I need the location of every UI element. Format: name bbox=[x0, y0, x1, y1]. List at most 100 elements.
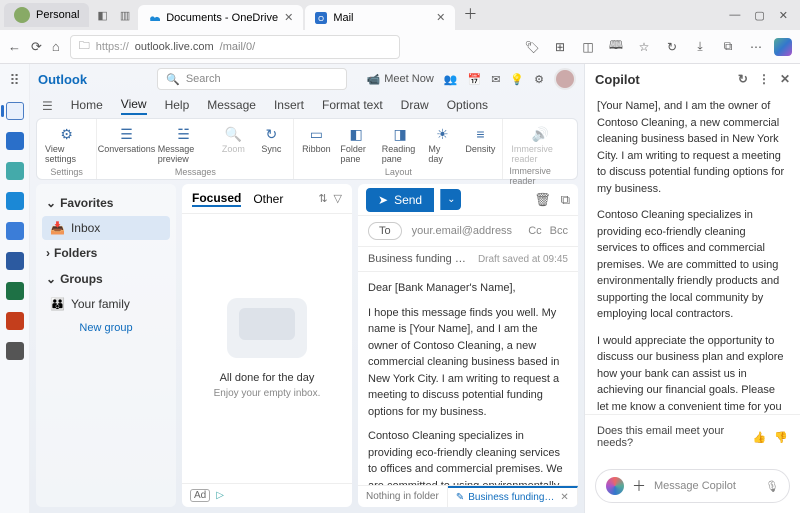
settings-icon[interactable]: ⚙ bbox=[534, 73, 544, 86]
back-button[interactable]: ← bbox=[8, 39, 21, 54]
tab-focused[interactable]: Focused bbox=[192, 191, 241, 207]
tab-label: Documents - OneDrive bbox=[166, 12, 278, 24]
popout-icon[interactable]: ⧉ bbox=[561, 192, 570, 208]
tab-insert[interactable]: Insert bbox=[274, 98, 304, 114]
site-info-icon[interactable]: 🗀 bbox=[79, 37, 90, 56]
minimize-icon[interactable]: — bbox=[729, 9, 740, 22]
new-group-link[interactable]: New group bbox=[42, 316, 170, 340]
thumbs-up-icon[interactable]: 👍 bbox=[753, 431, 767, 444]
ad-choices-icon[interactable]: ▷ bbox=[216, 490, 224, 501]
my-day-button[interactable]: ☀My day bbox=[426, 123, 458, 166]
history-icon[interactable]: ↻ bbox=[662, 37, 682, 57]
folder-pane-button[interactable]: ◧Folder pane bbox=[338, 123, 373, 166]
compose-tab-empty[interactable]: Nothing in folder bbox=[358, 486, 448, 507]
subject-field[interactable]: Business funding meeting req… bbox=[368, 253, 470, 265]
tab-formattext[interactable]: Format text bbox=[322, 98, 383, 114]
density-button[interactable]: ≡Density bbox=[464, 123, 496, 166]
compose-body[interactable]: Dear [Bank Manager's Name], I hope this … bbox=[358, 272, 578, 485]
microphone-icon[interactable]: 🎙 bbox=[765, 480, 779, 493]
more-icon[interactable]: ⋮ bbox=[758, 72, 770, 86]
rail-calendar-icon[interactable] bbox=[6, 132, 24, 150]
extensions-icon[interactable]: ⊞ bbox=[550, 37, 570, 57]
tips-icon[interactable]: 💡 bbox=[510, 73, 524, 86]
pencil-icon: ✎ bbox=[456, 492, 464, 503]
tab-options[interactable]: Options bbox=[447, 98, 488, 114]
tab-help[interactable]: Help bbox=[165, 98, 190, 114]
profile-tab[interactable]: Personal bbox=[4, 3, 89, 27]
home-button[interactable]: ⌂ bbox=[52, 39, 60, 54]
sync-button[interactable]: ↻Sync bbox=[255, 123, 287, 166]
workspaces-icon[interactable]: ◧ bbox=[91, 9, 113, 22]
user-avatar[interactable] bbox=[554, 68, 576, 90]
tab-actions-icon[interactable]: ▥ bbox=[116, 9, 134, 22]
more-icon[interactable]: ⋯ bbox=[746, 37, 766, 57]
compose-tab-draft[interactable]: ✎Business funding…✕ bbox=[448, 486, 578, 507]
conversations-button[interactable]: ☰Conversations bbox=[103, 123, 149, 166]
rail-files-icon[interactable] bbox=[6, 192, 24, 210]
shopping-icon[interactable]: 🏷 bbox=[522, 37, 542, 57]
close-icon[interactable]: ✕ bbox=[779, 9, 788, 22]
notifications-icon[interactable]: ✉ bbox=[491, 73, 500, 86]
favorites-icon[interactable]: ☆ bbox=[634, 37, 654, 57]
meet-now-button[interactable]: 📹Meet Now bbox=[367, 73, 434, 86]
copilot-icon[interactable] bbox=[774, 38, 792, 56]
rail-mail-icon[interactable] bbox=[6, 102, 24, 120]
rail-excel-icon[interactable] bbox=[6, 282, 24, 300]
tab-home[interactable]: Home bbox=[71, 98, 103, 114]
browser-tab-onedrive[interactable]: Documents - OneDrive ✕ bbox=[138, 5, 303, 30]
delete-icon[interactable]: 🗑 bbox=[534, 192, 551, 208]
tab-view[interactable]: View bbox=[121, 97, 147, 115]
collections-icon[interactable]: ⧉ bbox=[718, 37, 738, 57]
reading-pane-button[interactable]: ◨Reading pane bbox=[380, 123, 421, 166]
folders-header[interactable]: ›Folders bbox=[42, 240, 170, 266]
sort-icon[interactable]: ▽ bbox=[334, 192, 342, 205]
tab-draw[interactable]: Draw bbox=[401, 98, 429, 114]
view-settings-button[interactable]: ⚙View settings bbox=[43, 123, 90, 166]
favorites-header[interactable]: ⌄Favorites bbox=[42, 190, 170, 216]
cc-button[interactable]: Cc bbox=[528, 225, 541, 237]
groups-header[interactable]: ⌄Groups bbox=[42, 266, 170, 292]
refresh-button[interactable]: ⟳ bbox=[31, 39, 42, 55]
close-icon[interactable]: ✕ bbox=[436, 11, 445, 24]
copilot-input[interactable]: ＋ Message Copilot 🎙 bbox=[595, 469, 790, 503]
tab-message[interactable]: Message bbox=[207, 98, 256, 114]
downloads-icon[interactable]: ⤓ bbox=[690, 37, 710, 57]
teams-icon[interactable]: 👥 bbox=[444, 73, 458, 86]
group-family[interactable]: 👪Your family bbox=[42, 292, 170, 316]
tab-other[interactable]: Other bbox=[253, 192, 283, 206]
rail-todo-icon[interactable] bbox=[6, 222, 24, 240]
plus-icon[interactable]: ＋ bbox=[632, 476, 646, 496]
send-button[interactable]: ➤Send bbox=[366, 188, 434, 212]
filter-icon[interactable]: ⇅ bbox=[318, 192, 327, 205]
tab-label: Mail bbox=[333, 12, 353, 24]
calendar-icon[interactable]: 📅 bbox=[468, 73, 482, 86]
close-icon[interactable]: ✕ bbox=[284, 11, 293, 24]
app-launcher-icon[interactable]: ⠿ bbox=[6, 72, 24, 90]
rail-more-icon[interactable] bbox=[6, 342, 24, 360]
rail-powerpoint-icon[interactable] bbox=[6, 312, 24, 330]
new-tab-button[interactable]: ＋ bbox=[457, 0, 483, 30]
hamburger-icon[interactable]: ☰ bbox=[42, 99, 53, 113]
address-bar[interactable]: 🗀 https://outlook.live.com/mail/0/ bbox=[70, 35, 400, 59]
bcc-button[interactable]: Bcc bbox=[550, 225, 568, 237]
profile-label: Personal bbox=[36, 9, 79, 21]
to-button[interactable]: To bbox=[368, 222, 402, 240]
ribbon-button[interactable]: ▭Ribbon bbox=[300, 123, 332, 166]
maximize-icon[interactable]: ▢ bbox=[754, 9, 764, 22]
to-field[interactable]: your.email@address bbox=[412, 225, 519, 237]
send-dropdown[interactable]: ⌄ bbox=[440, 189, 461, 210]
split-icon[interactable]: ◫ bbox=[578, 37, 598, 57]
folder-inbox[interactable]: 📥Inbox bbox=[42, 216, 170, 240]
thumbs-down-icon[interactable]: 👎 bbox=[774, 431, 788, 444]
read-icon[interactable]: 🕮 bbox=[606, 37, 626, 57]
rail-people-icon[interactable] bbox=[6, 162, 24, 180]
browser-tab-mail[interactable]: O Mail ✕ bbox=[305, 5, 455, 30]
ad-row[interactable]: Ad ▷ bbox=[182, 483, 352, 507]
search-input[interactable]: 🔍 Search bbox=[157, 68, 347, 90]
close-icon[interactable]: ✕ bbox=[780, 72, 790, 86]
refresh-icon[interactable]: ↻ bbox=[738, 72, 748, 86]
rail-word-icon[interactable] bbox=[6, 252, 24, 270]
message-preview-button[interactable]: ☱Message preview bbox=[156, 123, 212, 166]
close-icon[interactable]: ✕ bbox=[560, 492, 568, 503]
copilot-header: Copilot ↻ ⋮ ✕ bbox=[585, 64, 800, 94]
